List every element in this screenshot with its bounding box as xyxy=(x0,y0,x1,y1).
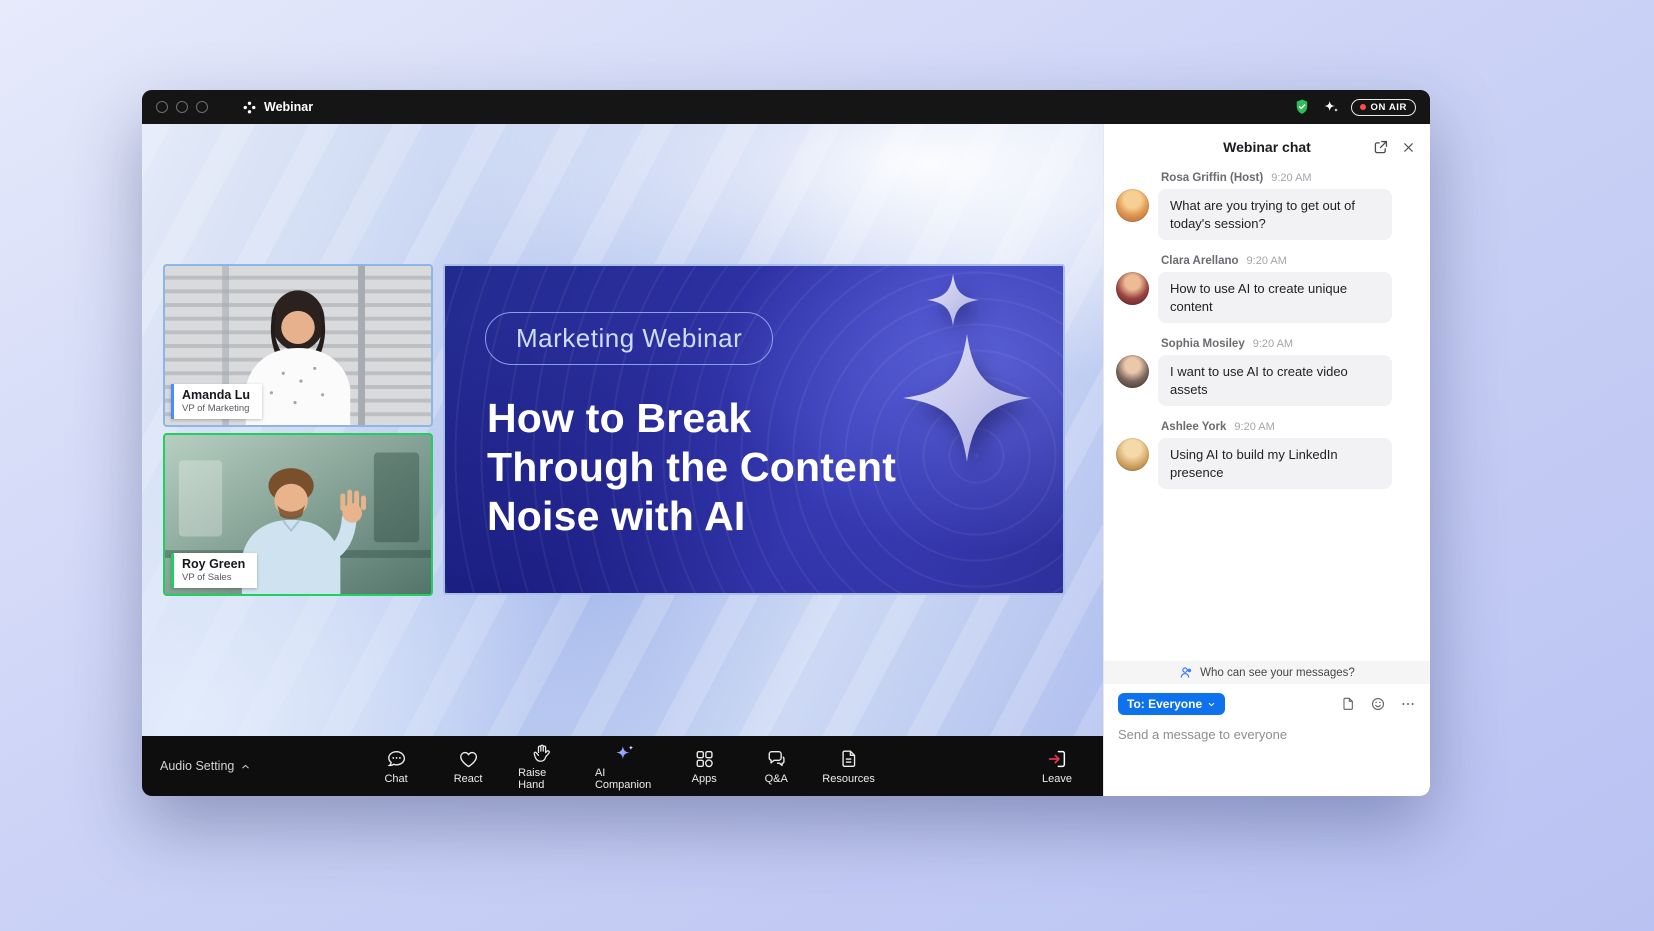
slide-badge: Marketing Webinar xyxy=(485,312,773,365)
nametag-amanda: Amanda Lu VP of Marketing xyxy=(171,384,262,419)
audio-setting-button[interactable]: Audio Setting xyxy=(160,759,251,773)
message-bubble: Using AI to build my LinkedIn presence xyxy=(1158,438,1392,489)
chat-panel: Webinar chat Rosa Griffin (Host) xyxy=(1103,124,1430,796)
meeting-toolbar: Audio Setting Chat xyxy=(142,736,1103,796)
on-air-badge: ON AIR xyxy=(1351,99,1417,116)
webinar-icon xyxy=(242,100,257,115)
webinar-window: Webinar ON AIR xyxy=(142,90,1430,796)
leave-icon xyxy=(1046,748,1068,770)
raise-hand-button[interactable]: Raise Hand xyxy=(518,742,567,791)
message-sender: Sophia Mosiley xyxy=(1161,338,1245,350)
message-sender: Clara Arellano xyxy=(1161,255,1239,267)
message-bubble: I want to use AI to create video assets xyxy=(1158,355,1392,406)
toolbar-button-label: React xyxy=(454,773,483,785)
window-minimize-button[interactable] xyxy=(176,101,188,113)
on-air-dot xyxy=(1360,104,1366,110)
chat-button[interactable]: Chat xyxy=(374,748,418,785)
chat-message-list[interactable]: Rosa Griffin (Host) 9:20 AM What are you… xyxy=(1104,170,1430,661)
apps-icon xyxy=(693,748,715,770)
more-icon[interactable] xyxy=(1400,696,1416,712)
message-time: 9:20 AM xyxy=(1253,338,1293,350)
privacy-note-label: Who can see your messages? xyxy=(1200,667,1355,679)
message-input[interactable] xyxy=(1118,727,1416,742)
recipient-selector-label: To: Everyone xyxy=(1127,697,1202,711)
recipient-selector[interactable]: To: Everyone xyxy=(1118,693,1225,715)
chevron-up-icon xyxy=(240,761,251,772)
video-tile-roy[interactable]: Roy Green VP of Sales xyxy=(163,433,433,596)
webinar-stage: Amanda Lu VP of Marketing xyxy=(142,124,1103,796)
toolbar-button-label: Q&A xyxy=(765,773,788,785)
toolbar-button-label: Leave xyxy=(1042,773,1072,785)
speaker-role: VP of Sales xyxy=(182,572,245,583)
popout-icon[interactable] xyxy=(1372,139,1389,156)
message-sender: Ashlee York xyxy=(1161,421,1226,433)
ai-companion-button[interactable]: AI Companion xyxy=(595,742,654,791)
avatar xyxy=(1116,272,1149,305)
speaker-name: Amanda Lu xyxy=(182,388,250,402)
nametag-roy: Roy Green VP of Sales xyxy=(171,553,257,588)
chat-message: Clara Arellano 9:20 AM How to use AI to … xyxy=(1116,255,1416,323)
ai-companion-icon xyxy=(614,742,636,764)
close-icon[interactable] xyxy=(1401,140,1416,155)
speaker-role: VP of Marketing xyxy=(182,403,250,414)
window-title: Webinar xyxy=(264,100,313,114)
privacy-note[interactable]: Who can see your messages? xyxy=(1104,661,1430,684)
privacy-icon xyxy=(1179,665,1194,680)
chevron-down-icon xyxy=(1207,700,1216,709)
avatar xyxy=(1116,355,1149,388)
message-time: 9:20 AM xyxy=(1234,421,1274,433)
toolbar-button-label: Resources xyxy=(822,773,875,785)
chat-icon xyxy=(385,748,407,770)
titlebar: Webinar ON AIR xyxy=(142,90,1430,124)
toolbar-button-label: Chat xyxy=(384,773,407,785)
react-button[interactable]: React xyxy=(446,748,490,785)
file-icon[interactable] xyxy=(1340,696,1356,712)
chat-message: Rosa Griffin (Host) 9:20 AM What are you… xyxy=(1116,172,1416,240)
chat-message: Ashlee York 9:20 AM Using AI to build my… xyxy=(1116,421,1416,489)
audio-setting-label: Audio Setting xyxy=(160,759,234,773)
toolbar-button-label: Apps xyxy=(692,773,717,785)
resources-icon xyxy=(838,748,860,770)
window-controls xyxy=(156,101,208,113)
window-close-button[interactable] xyxy=(156,101,168,113)
decorative-star-icon xyxy=(903,334,1031,462)
message-sender: Rosa Griffin (Host) xyxy=(1161,172,1263,184)
message-time: 9:20 AM xyxy=(1247,255,1287,267)
chat-message: Sophia Mosiley 9:20 AM I want to use AI … xyxy=(1116,338,1416,406)
window-title-group: Webinar xyxy=(242,100,313,115)
emoji-icon[interactable] xyxy=(1370,696,1386,712)
chat-header: Webinar chat xyxy=(1104,124,1430,170)
resources-button[interactable]: Resources xyxy=(826,748,871,785)
video-tile-amanda[interactable]: Amanda Lu VP of Marketing xyxy=(163,264,433,427)
speaker-name: Roy Green xyxy=(182,557,245,571)
window-zoom-button[interactable] xyxy=(196,101,208,113)
avatar xyxy=(1116,189,1149,222)
qa-button[interactable]: Q&A xyxy=(754,748,798,785)
qa-icon xyxy=(765,748,787,770)
raise-hand-icon xyxy=(532,742,554,764)
message-bubble: How to use AI to create unique content xyxy=(1158,272,1392,323)
decorative-star-icon xyxy=(927,274,979,326)
on-air-label: ON AIR xyxy=(1371,102,1408,113)
chat-composer: To: Everyone xyxy=(1104,684,1430,796)
leave-button[interactable]: Leave xyxy=(1035,748,1079,785)
chat-title: Webinar chat xyxy=(1223,139,1311,155)
apps-button[interactable]: Apps xyxy=(682,748,726,785)
shared-slide: Marketing Webinar How to Break Through t… xyxy=(443,264,1065,595)
shield-icon[interactable] xyxy=(1293,98,1311,116)
react-heart-icon xyxy=(457,748,479,770)
avatar xyxy=(1116,438,1149,471)
message-time: 9:20 AM xyxy=(1271,172,1311,184)
toolbar-button-label: Raise Hand xyxy=(518,767,567,791)
toolbar-button-label: AI Companion xyxy=(595,767,654,791)
slide-title: How to Break Through the Content Noise w… xyxy=(487,394,896,542)
sparkle-icon[interactable] xyxy=(1322,99,1340,115)
message-bubble: What are you trying to get out of today'… xyxy=(1158,189,1392,240)
